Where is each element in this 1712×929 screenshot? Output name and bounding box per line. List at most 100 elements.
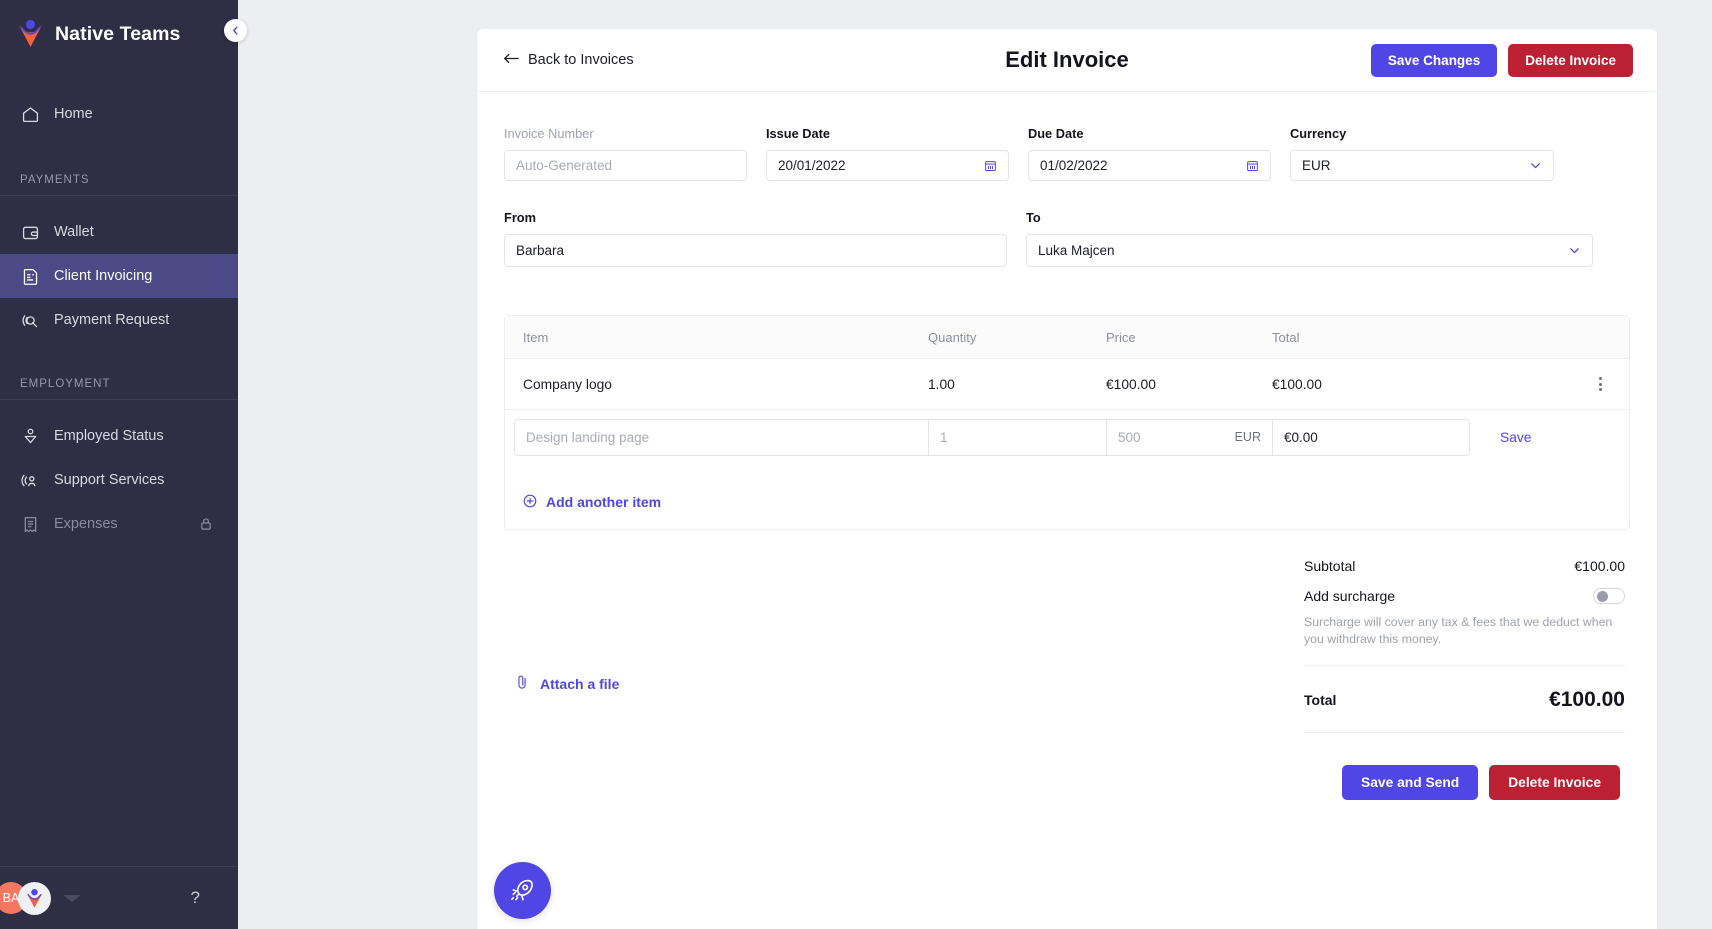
support-services-icon [20, 470, 40, 490]
row-item-name: Company logo [523, 376, 612, 392]
to-value: Luka Majcen [1038, 243, 1115, 258]
save-and-send-button[interactable]: Save and Send [1342, 765, 1479, 801]
calendar-icon[interactable] [984, 159, 997, 172]
issue-date-input[interactable]: 20/01/2022 [766, 150, 1009, 181]
chevron-down-icon[interactable] [1529, 159, 1542, 172]
due-date-value: 01/02/2022 [1040, 158, 1108, 173]
wallet-icon [20, 222, 40, 242]
chevron-down-icon[interactable] [1568, 244, 1581, 257]
items-table: Item Quantity Price Total Company logo 1… [504, 315, 1630, 530]
back-to-invoices-link[interactable]: Back to Invoices [503, 52, 634, 69]
help-icon[interactable]: ? [191, 888, 200, 908]
brand[interactable]: Native Teams [0, 0, 238, 68]
toggle-knob [1597, 590, 1608, 602]
delete-invoice-button-bottom[interactable]: Delete Invoice [1489, 765, 1620, 801]
field-currency: Currency EUR [1290, 126, 1554, 181]
sidebar-item-wallet[interactable]: Wallet [0, 210, 238, 254]
column-header-quantity: Quantity [928, 329, 977, 345]
sidebar-item-expenses[interactable]: Expenses [0, 502, 238, 546]
attach-file-button[interactable]: Attach a file [509, 558, 619, 800]
employed-status-icon [20, 426, 40, 446]
home-icon [20, 104, 40, 124]
arrow-left-icon [503, 52, 519, 69]
sidebar: Native Teams Home PAYMENTS Wallet Client… [0, 0, 247, 929]
field-to: To Luka Majcen [1026, 210, 1593, 267]
delete-invoice-button-top[interactable]: Delete Invoice [1508, 43, 1633, 77]
field-due-date: Due Date 01/02/2022 [1028, 126, 1271, 181]
add-another-item-button[interactable]: Add another item [505, 464, 1629, 529]
header-actions: Save Changes Delete Invoice [1370, 43, 1633, 77]
item-edit-row: Design landing page 1 500 EUR €0.00 Save [505, 410, 1629, 464]
currency-select[interactable]: EUR [1290, 150, 1554, 181]
sidebar-item-payment-request[interactable]: Payment Request [0, 298, 238, 342]
column-header-item: Item [523, 329, 549, 345]
item-quantity-input[interactable]: 1 [929, 419, 1107, 455]
total-value: €100.00 [1549, 688, 1625, 712]
sidebar-item-label: Support Services [54, 472, 165, 488]
sidebar-item-home[interactable]: Home [0, 92, 238, 136]
bottom-actions: Save and Send Delete Invoice [1304, 765, 1625, 801]
invoice-icon [20, 266, 40, 286]
currency-value: EUR [1302, 158, 1331, 173]
sidebar-section-payments: PAYMENTS [0, 174, 238, 196]
form-row-dates: Invoice Number Auto-Generated Issue Date… [504, 126, 1630, 181]
rocket-fab-button[interactable] [494, 862, 551, 919]
add-another-item-label: Add another item [546, 494, 662, 510]
total-label: Total [1304, 692, 1337, 709]
lock-icon [199, 517, 213, 531]
sidebar-item-label: Wallet [54, 224, 94, 240]
save-changes-button[interactable]: Save Changes [1370, 43, 1498, 77]
subtotal-label: Subtotal [1304, 558, 1356, 574]
brand-name: Native Teams [55, 22, 181, 45]
avatar-secondary[interactable] [18, 881, 51, 915]
kebab-menu-icon[interactable] [1580, 377, 1620, 391]
column-header-total: Total [1272, 329, 1300, 345]
item-price-placeholder: 500 [1118, 429, 1141, 445]
sidebar-item-client-invoicing[interactable]: Client Invoicing [0, 254, 238, 298]
surcharge-label: Add surcharge [1304, 588, 1396, 604]
sidebar-item-label: Payment Request [54, 312, 170, 328]
item-name-input[interactable]: Design landing page [515, 419, 929, 455]
card-body: Invoice Number Auto-Generated Issue Date… [477, 92, 1657, 801]
sidebar-section-employment: EMPLOYMENT [0, 378, 238, 400]
form-row-parties: From Barbara To Luka Majcen [504, 210, 1630, 267]
to-select[interactable]: Luka Majcen [1026, 234, 1593, 267]
issue-date-value: 20/01/2022 [778, 158, 846, 173]
subtotal-row: Subtotal €100.00 [1304, 558, 1625, 574]
surcharge-note: Surcharge will cover any tax & fees that… [1304, 614, 1625, 667]
from-input[interactable]: Barbara [504, 234, 1007, 267]
expenses-icon [20, 514, 40, 534]
sidebar-item-support-services[interactable]: Support Services [0, 458, 238, 502]
attach-file-label: Attach a file [540, 675, 620, 692]
save-item-link[interactable]: Save [1500, 430, 1531, 445]
surcharge-toggle[interactable] [1593, 588, 1625, 604]
card-header: Back to Invoices Edit Invoice Save Chang… [477, 29, 1657, 92]
row-quantity: 1.00 [928, 376, 955, 392]
total-row: Total €100.00 [1304, 666, 1625, 734]
back-to-invoices-label: Back to Invoices [528, 52, 634, 68]
sidebar-item-employed-status[interactable]: Employed Status [0, 414, 238, 458]
invoice-number-input[interactable]: Auto-Generated [504, 150, 747, 181]
chevron-down-icon[interactable] [63, 894, 81, 902]
paperclip-icon [515, 674, 529, 693]
payment-request-icon [20, 310, 40, 330]
column-header-price: Price [1106, 329, 1136, 345]
currency-label: Currency [1290, 126, 1347, 141]
item-price-input[interactable]: 500 EUR [1107, 419, 1273, 455]
sidebar-footer: BA ? [0, 866, 238, 929]
row-price: €100.00 [1106, 376, 1156, 392]
field-from: From Barbara [504, 210, 1007, 267]
item-price-currency: EUR [1234, 430, 1261, 444]
items-table-header: Item Quantity Price Total [505, 316, 1629, 359]
due-date-input[interactable]: 01/02/2022 [1028, 150, 1271, 181]
sidebar-item-label: Employed Status [54, 428, 164, 444]
edit-invoice-card: Back to Invoices Edit Invoice Save Chang… [477, 29, 1657, 929]
surcharge-row: Add surcharge [1304, 588, 1625, 604]
calendar-icon[interactable] [1246, 159, 1259, 172]
sidebar-collapse-button[interactable] [224, 19, 247, 42]
invoice-number-label: Invoice Number [504, 126, 594, 141]
due-date-label: Due Date [1028, 126, 1084, 141]
field-invoice-number: Invoice Number Auto-Generated [504, 126, 747, 181]
app-root: Native Teams Home PAYMENTS Wallet Client… [0, 0, 1712, 929]
